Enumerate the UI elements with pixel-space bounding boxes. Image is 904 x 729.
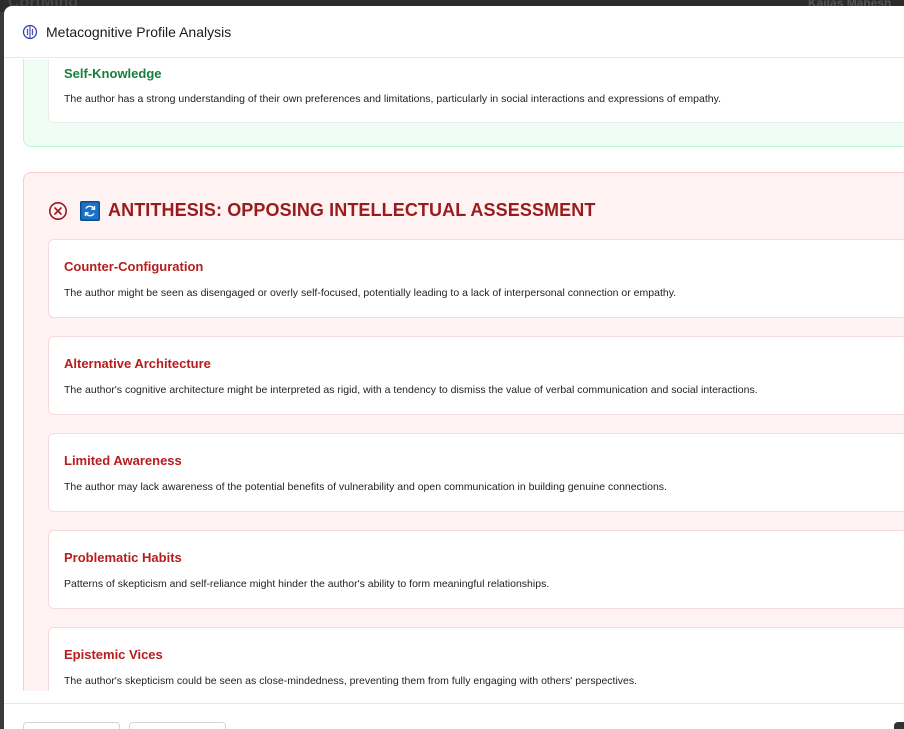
modal-footer xyxy=(4,703,904,729)
card-title: Self-Knowledge xyxy=(64,66,162,81)
modal-header: Metacognitive Profile Analysis xyxy=(4,6,904,58)
antithesis-title: ANTITHESIS: OPPOSING INTELLECTUAL ASSESS… xyxy=(108,200,596,220)
card-text: The author has a strong understanding of… xyxy=(64,93,721,105)
antithesis-card-counter-configuration: Counter-Configuration The author might b… xyxy=(48,239,904,318)
card-title: Limited Awareness xyxy=(64,453,182,468)
footer-button-2[interactable] xyxy=(129,722,226,729)
antithesis-card-alternative-architecture: Alternative Architecture The author's co… xyxy=(48,336,904,415)
card-text: The author may lack awareness of the pot… xyxy=(64,481,667,493)
card-title: Problematic Habits xyxy=(64,550,182,565)
card-text: Patterns of skepticism and self-reliance… xyxy=(64,578,550,590)
antithesis-card-problematic-habits: Problematic Habits Patterns of skepticis… xyxy=(48,530,904,609)
x-circle-icon xyxy=(49,201,67,220)
footer-button-1[interactable] xyxy=(23,722,120,729)
antithesis-header: ANTITHESIS: OPPOSING INTELLECTUAL ASSESS… xyxy=(48,200,595,221)
modal-title: Metacognitive Profile Analysis xyxy=(46,23,232,40)
brain-icon xyxy=(22,24,38,39)
card-text: The author might be seen as disengaged o… xyxy=(64,287,677,299)
thesis-section: Self-Knowledge The author has a strong u… xyxy=(23,59,904,147)
cycle-icon xyxy=(80,200,100,221)
card-title: Epistemic Vices xyxy=(64,647,163,662)
modal-scroll-area[interactable]: Self-Knowledge The author has a strong u… xyxy=(4,59,904,691)
thesis-card-self-knowledge: Self-Knowledge The author has a strong u… xyxy=(48,59,904,123)
card-title: Counter-Configuration xyxy=(64,259,204,274)
antithesis-card-limited-awareness: Limited Awareness The author may lack aw… xyxy=(48,433,904,512)
profile-analysis-modal: Metacognitive Profile Analysis Self-Know… xyxy=(4,6,904,729)
card-title: Alternative Architecture xyxy=(64,356,211,371)
card-text: The author's cognitive architecture migh… xyxy=(64,384,758,396)
antithesis-card-epistemic-vices: Epistemic Vices The author's skepticism … xyxy=(48,627,904,691)
antithesis-section: ANTITHESIS: OPPOSING INTELLECTUAL ASSESS… xyxy=(23,172,904,691)
card-text: The author's skepticism could be seen as… xyxy=(64,675,638,687)
footer-primary-button[interactable] xyxy=(894,722,904,729)
